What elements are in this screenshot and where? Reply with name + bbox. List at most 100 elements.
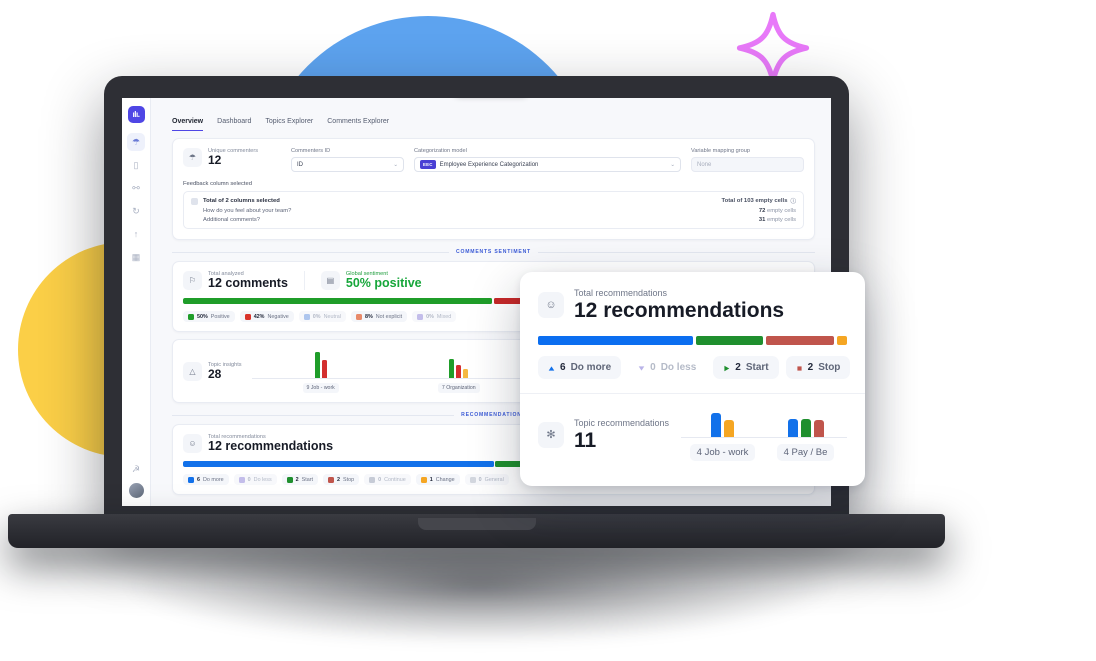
legend-chip-mixed[interactable]: 0% Mixed — [412, 311, 457, 323]
sidebar-item-home[interactable]: ☂ — [127, 133, 145, 151]
sidebar-item-hierarchy[interactable]: ⚯ — [127, 179, 145, 197]
legend-chip-do-more[interactable]: 6 Do more — [538, 356, 622, 380]
legend-label: Not explicit — [375, 313, 403, 320]
legend-chip-do-less[interactable]: 0 Do less — [233, 474, 277, 486]
tab-comments-explorer[interactable]: Comments Explorer — [327, 118, 389, 131]
legend-chip-do-more[interactable]: 6 Do more — [183, 474, 229, 486]
legend-chip-negative[interactable]: 42% Negative — [239, 311, 294, 323]
bar-negative — [456, 365, 462, 379]
legend-chip-do-less[interactable]: 0 Do less — [628, 356, 707, 380]
topic-insights-value: 28 — [208, 366, 222, 381]
sidebar-item-refresh[interactable]: ↻ — [127, 202, 145, 220]
categorization-model-field: Categorization model EEC Employee Experi… — [414, 148, 681, 172]
legend-label: Do more — [570, 362, 612, 374]
down-arrow-icon — [638, 364, 645, 371]
sparkle-star-icon — [735, 10, 811, 86]
legend-chip-start[interactable]: 2 Start — [281, 474, 319, 486]
legend-count: 2 — [337, 476, 341, 483]
legend-chip-continue[interactable]: 0 Continue — [364, 474, 411, 486]
topic-insights-stat: △ Topic insights 28 — [183, 361, 242, 381]
configuration-card: ☂ Unique commenters 12 Commenters ID ID — [172, 138, 815, 240]
legend-chip-general[interactable]: 0 General — [464, 474, 509, 486]
bar-stop — [813, 420, 824, 438]
overlay-topic-recommendations: ✻ Topic recommendations 11 4 Job - work — [538, 408, 847, 462]
legend-label: Do less — [660, 362, 697, 374]
bulb-small-icon: ✻ — [538, 421, 564, 448]
legend-chip-stop[interactable]: 2 Stop — [785, 356, 851, 380]
legend-label: Continue — [384, 476, 406, 483]
variable-mapping-group-value: None — [697, 161, 712, 168]
tab-topics-explorer[interactable]: Topics Explorer — [265, 118, 313, 131]
table-row[interactable]: Additional comments? 31 empty cells — [191, 214, 796, 223]
legend-chip-start[interactable]: 2 Start — [713, 356, 779, 380]
app-logo[interactable]: ılı. — [127, 106, 145, 123]
info-icon[interactable]: ⓘ — [790, 197, 796, 205]
sidebar-item-upload[interactable]: ↑ — [127, 225, 145, 243]
bar-label-wrap: 7 Organization — [390, 383, 528, 394]
bar-label[interactable]: 4 Job - work — [689, 444, 756, 462]
sidebar-item-grid[interactable]: ▦ — [127, 248, 145, 266]
legend-chip-neutral[interactable]: 0% Neutral — [298, 311, 346, 323]
tab-overview[interactable]: Overview — [172, 118, 204, 131]
legend-label: General — [484, 476, 504, 483]
overlay-total-recommendations: ☺ Total recommendations 12 recommendatio… — [538, 288, 847, 322]
bar-segment-start — [695, 336, 764, 346]
legend-label: Mixed — [436, 313, 452, 320]
column-question: Additional comments? — [203, 217, 261, 223]
legend-label: Stop — [818, 362, 841, 374]
feedback-columns-box: Total of 2 columns selected Total of 103… — [183, 191, 804, 229]
bar-label[interactable]: 7 Organization — [437, 383, 480, 394]
home-icon: ☂ — [131, 136, 141, 147]
feedback-columns-header: Total of 2 columns selected Total of 103… — [191, 197, 796, 205]
overlay-topic-bars — [681, 408, 847, 439]
legend-chip-not-explicit[interactable]: 8% Not explicit — [350, 311, 408, 323]
swatch-icon — [355, 313, 362, 320]
empty-cells-count: 31 — [758, 217, 766, 223]
tab-dashboard[interactable]: Dashboard — [217, 118, 251, 131]
up-arrow-icon — [548, 364, 555, 371]
recommendations-overlay-card: ☺ Total recommendations 12 recommendatio… — [520, 272, 865, 486]
bar-segment-change — [837, 336, 847, 346]
legend-label: Positive — [210, 313, 230, 320]
bar-segment-positive — [183, 298, 492, 305]
chevron-down-icon: ⌄ — [393, 161, 398, 168]
section-label: RECOMMENDATIONS — [461, 412, 526, 419]
swatch-icon — [188, 313, 194, 320]
variable-mapping-group-select[interactable]: None — [691, 157, 804, 172]
commenters-id-select[interactable]: ID ⌄ — [291, 157, 404, 172]
column-question: How do you feel about your team? — [203, 208, 292, 214]
overlay-topic-value: 11 — [574, 428, 597, 452]
hierarchy-icon: ⚯ — [132, 182, 140, 193]
bar-group — [390, 349, 528, 379]
categorization-model-value: Employee Experience Categorization — [439, 161, 539, 168]
bar-label[interactable]: 9 Job - work — [302, 383, 339, 394]
book-icon: ▯ — [133, 159, 139, 170]
legend-chip-stop[interactable]: 2 Stop — [323, 474, 360, 486]
avatar[interactable] — [128, 483, 144, 498]
legend-chip-positive[interactable]: 50% Positive — [183, 311, 235, 323]
grid-icon: ▦ — [131, 251, 141, 262]
swap-icon — [420, 476, 427, 483]
bar-group — [764, 408, 847, 438]
bar-segment-stop — [766, 336, 835, 346]
checkbox-icon[interactable] — [191, 197, 198, 205]
total-analyzed-value: 12 comments — [208, 276, 288, 290]
bar-do-more — [711, 413, 722, 438]
comments-sentiment-divider: COMMENTS SENTIMENT — [172, 249, 815, 255]
bar-label[interactable]: 4 Pay / Be — [776, 444, 835, 462]
chart-icon: ▤ — [320, 271, 340, 291]
table-row[interactable]: How do you feel about your team? 72 empt… — [191, 205, 796, 214]
legend-chip-change[interactable]: 1 Change — [415, 474, 460, 486]
bar-do-more — [787, 419, 798, 438]
categorization-model-select[interactable]: EEC Employee Experience Categorization ⌄ — [414, 157, 681, 172]
play-icon — [723, 364, 730, 372]
bar-start — [800, 419, 811, 438]
stop-icon — [796, 364, 803, 371]
legend-label: Negative — [267, 313, 289, 320]
legend-chip-continue[interactable]: 0 Contin — [857, 356, 865, 380]
legend-count: 0 — [650, 362, 656, 374]
legend-count: 0 — [478, 476, 482, 483]
sidebar-item-help[interactable]: ☭ — [127, 460, 145, 478]
sidebar-item-library[interactable]: ▯ — [127, 156, 145, 174]
variable-mapping-group-field: Variable mapping group None — [691, 148, 804, 172]
